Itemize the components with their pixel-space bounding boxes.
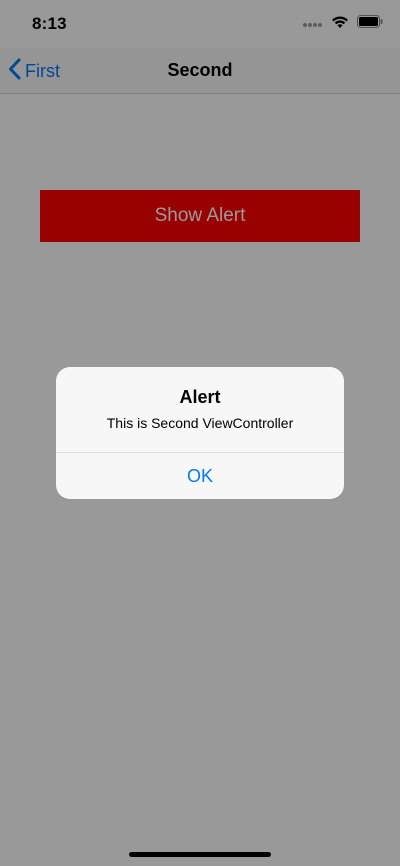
alert-title: Alert — [179, 387, 221, 407]
home-indicator[interactable] — [129, 852, 271, 857]
alert-message: This is Second ViewController — [106, 415, 294, 431]
alert-dialog: Alert This is Second ViewController OK — [56, 367, 344, 499]
alert-ok-button[interactable]: OK — [56, 453, 344, 499]
